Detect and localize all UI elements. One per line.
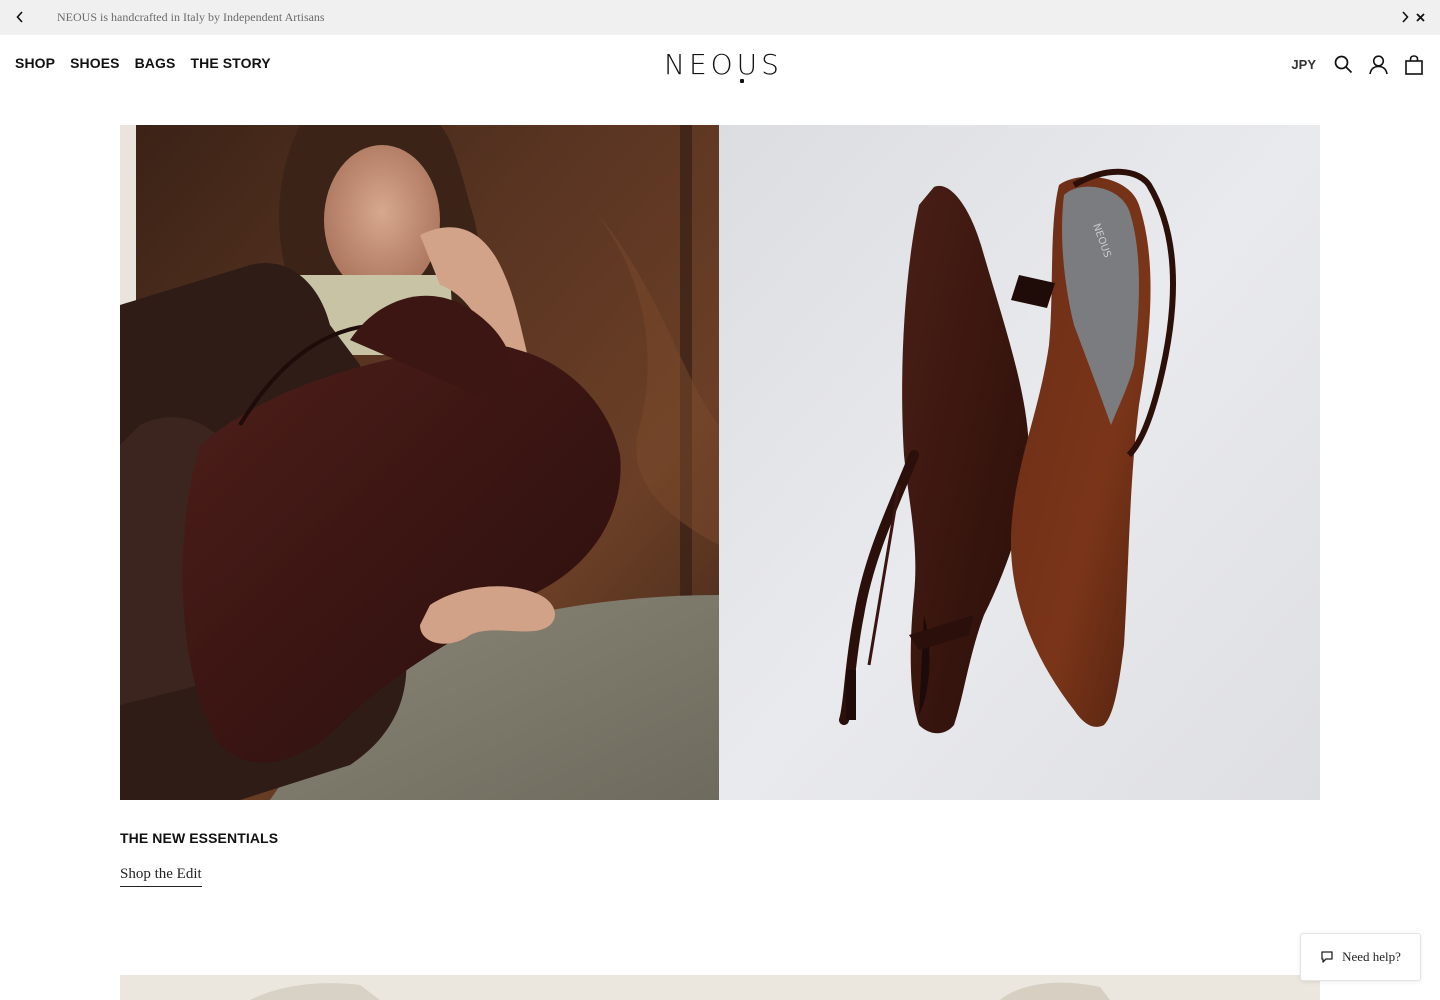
hero-banner[interactable]: NEOUS: [120, 125, 1320, 800]
search-button[interactable]: [1332, 53, 1355, 76]
hero-title: THE NEW ESSENTIALS: [120, 830, 279, 846]
site-header: SHOP SHOES BAGS THE STORY NEOUS JPY: [0, 35, 1440, 95]
announcement-text: NEOUS is handcrafted in Italy by Indepen…: [57, 10, 325, 24]
logo-text: NEOUS: [664, 48, 783, 81]
logo-dot: [740, 79, 744, 83]
chevron-left-icon: [16, 11, 23, 23]
next-section-image[interactable]: [120, 975, 1320, 1000]
chevron-right-icon: [1402, 11, 1409, 23]
account-button[interactable]: [1367, 53, 1390, 76]
nav-bags[interactable]: BAGS: [135, 55, 176, 71]
main-nav: SHOP SHOES BAGS THE STORY: [15, 55, 271, 71]
next-announcement-button[interactable]: [1397, 9, 1413, 25]
hero-shoes-image: NEOUS: [719, 125, 1320, 800]
hero-model-image: [120, 125, 719, 800]
search-icon: [1334, 55, 1353, 74]
cart-button[interactable]: [1402, 53, 1425, 76]
close-icon: [1415, 12, 1425, 22]
utility-nav: JPY: [1291, 53, 1425, 76]
nav-the-story[interactable]: THE STORY: [190, 55, 270, 71]
account-icon: [1369, 54, 1388, 74]
announcement-bar: NEOUS is handcrafted in Italy by Indepen…: [0, 0, 1440, 35]
nav-shoes[interactable]: SHOES: [70, 55, 120, 71]
bag-icon: [1404, 54, 1423, 75]
nav-shop[interactable]: SHOP: [15, 55, 55, 71]
chat-bubble-icon: [1321, 951, 1333, 963]
site-logo[interactable]: NEOUS: [664, 49, 779, 85]
shop-the-edit-link[interactable]: Shop the Edit: [120, 866, 202, 887]
close-announcement-button[interactable]: [1413, 10, 1427, 24]
help-label: Need help?: [1342, 949, 1401, 964]
currency-selector[interactable]: JPY: [1291, 57, 1316, 72]
help-chat-button[interactable]: Need help?: [1300, 933, 1421, 981]
previous-announcement-button[interactable]: [12, 9, 28, 25]
